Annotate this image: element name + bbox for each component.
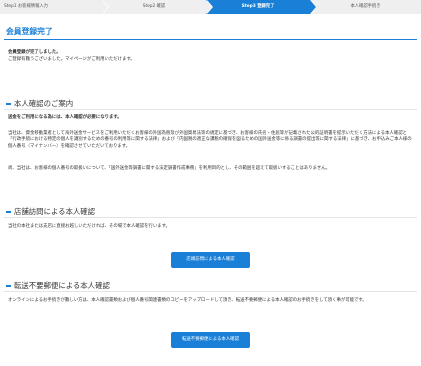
section-title: 本人確認のご案内 xyxy=(14,99,74,108)
step-label: Step1 お客様情報入力 xyxy=(4,4,48,9)
mail-section-heading: 転送不要郵便による本人確認 xyxy=(6,280,110,291)
step-confirm: Step2 確認 xyxy=(102,0,213,14)
store-text: 当社の本社または支店に直接お越しいただければ、その場で本人確認を行います。 xyxy=(8,224,171,229)
step-complete-active: Step3 登録完了 xyxy=(206,0,317,14)
page-title: 会員登録完了 xyxy=(6,27,53,36)
step-label: 本人確認手続き xyxy=(350,4,381,9)
step-label: Step3 登録完了 xyxy=(241,4,275,9)
section-divider xyxy=(4,109,417,110)
complete-message: ご登録有難うございました。マイページがご利用いただけます。 xyxy=(8,57,135,62)
store-visit-button[interactable]: 店頭訪問による本人確認 xyxy=(171,252,250,268)
progress-stepper: Step1 お客様情報入力 Step2 確認 Step3 登録完了 本人確認手続… xyxy=(0,0,421,14)
section-title: 転送不要郵便による本人確認 xyxy=(14,281,110,290)
identity-section-heading: 本人確認のご案内 xyxy=(6,98,73,109)
identity-paragraph-2: 尚、当社は、お客様の個人番号の取扱いについて、「国外送金等調書に関する法定調書作… xyxy=(8,166,331,171)
store-section-heading: 店舗訪問による本人確認 xyxy=(6,206,95,217)
title-divider xyxy=(4,39,417,40)
section-marker-icon xyxy=(6,284,11,287)
identity-paragraph-1: 当社は、資金移動業者として海外送金サービスをご利用いただくお客様の外国為替及び外… xyxy=(8,131,412,149)
mail-text: オンラインによるお手続きが難しい方は、本人確認書類および個人番号関連書類のコピー… xyxy=(8,298,367,303)
section-marker-icon xyxy=(6,102,11,105)
section-divider xyxy=(4,291,417,292)
step-identity-verification: 本人確認手続き xyxy=(310,0,421,14)
section-title: 店舗訪問による本人確認 xyxy=(14,207,96,216)
mail-verification-button[interactable]: 転送不要郵便による本人確認 xyxy=(171,332,250,348)
step-label: Step2 確認 xyxy=(142,4,166,9)
complete-heading: 会員登録が完了しました。 xyxy=(8,50,61,55)
step-input: Step1 お客様情報入力 xyxy=(0,0,109,14)
identity-lead: 送金をご利用になる為には、本人確認が必要になります。 xyxy=(8,115,122,120)
section-marker-icon xyxy=(6,210,11,213)
section-divider xyxy=(4,217,417,218)
